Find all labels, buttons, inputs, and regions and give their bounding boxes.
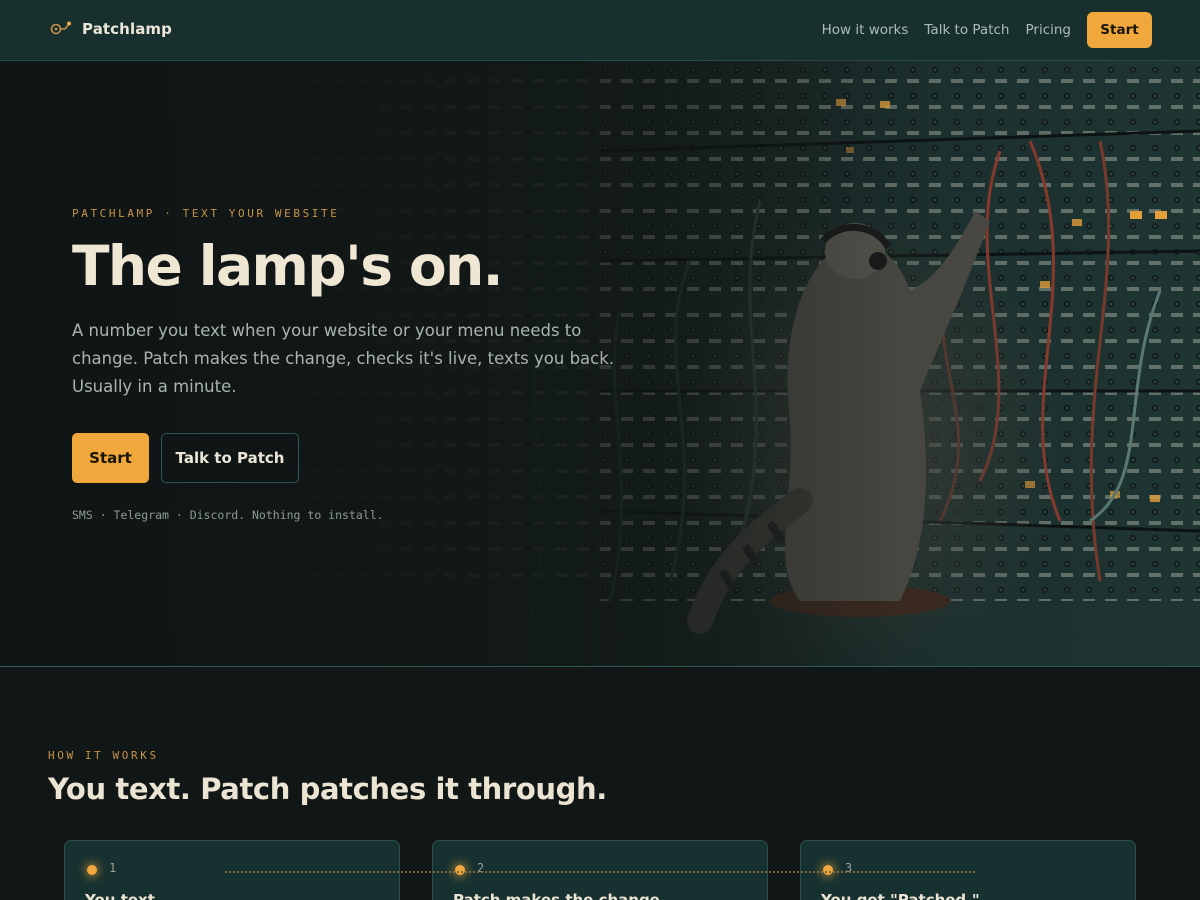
- step-card-2: 2 Patch makes the change.: [432, 840, 768, 900]
- nav-link-how-it-works[interactable]: How it works: [822, 12, 909, 48]
- step-card-1: 1 You text.: [64, 840, 400, 900]
- nav-links: How it works Talk to Patch Pricing Start: [822, 12, 1152, 48]
- hero-actions: Start Talk to Patch: [72, 433, 299, 483]
- lamp-dot-icon: [455, 865, 465, 875]
- hero-section: PATCHLAMP · TEXT YOUR WEBSITE The lamp's…: [0, 61, 1200, 667]
- lamp-dot-icon: [87, 865, 97, 875]
- step-connector: [225, 871, 975, 873]
- hero-eyebrow: PATCHLAMP · TEXT YOUR WEBSITE: [72, 207, 340, 220]
- hero-subtitle: A number you text when your website or y…: [72, 321, 615, 396]
- nav-start-button[interactable]: Start: [1087, 12, 1152, 48]
- lamp-dot-icon: [823, 865, 833, 875]
- hero-title: The lamp's on.: [72, 234, 504, 298]
- how-it-works-section: HOW IT WORKS You text. Patch patches it …: [0, 668, 1200, 900]
- top-nav: Patchlamp How it works Talk to Patch Pri…: [0, 0, 1200, 61]
- step-title: You text.: [85, 891, 161, 900]
- steps: 1 You text. 2 Patch makes the change. 3 …: [64, 840, 1136, 900]
- talk-to-patch-button[interactable]: Talk to Patch: [161, 433, 299, 483]
- nav-link-pricing[interactable]: Pricing: [1025, 12, 1071, 48]
- channels-note: SMS · Telegram · Discord. Nothing to ins…: [72, 508, 384, 522]
- step-title: Patch makes the change.: [453, 891, 666, 900]
- step-number: 1: [109, 861, 117, 875]
- brand-name: Patchlamp: [82, 20, 172, 38]
- step-card-3: 3 You get "Patched.": [800, 840, 1136, 900]
- how-eyebrow: HOW IT WORKS: [48, 749, 159, 762]
- step-title: You get "Patched.": [821, 891, 980, 900]
- hero-start-button[interactable]: Start: [72, 433, 149, 483]
- brand[interactable]: Patchlamp: [50, 19, 172, 39]
- nav-link-talk-to-patch[interactable]: Talk to Patch: [924, 12, 1009, 48]
- how-title: You text. Patch patches it through.: [48, 772, 607, 806]
- patch-lamp-icon: [50, 21, 71, 35]
